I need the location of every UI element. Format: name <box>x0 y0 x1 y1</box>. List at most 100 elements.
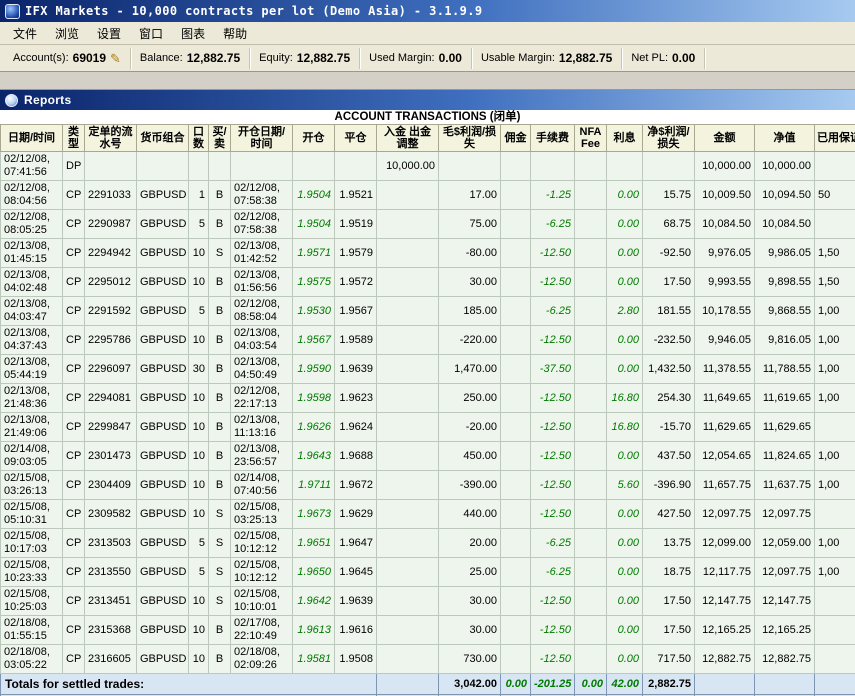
menu-item[interactable]: 图表 <box>172 23 214 44</box>
reports-icon <box>5 94 18 107</box>
cell-deposit <box>377 355 439 384</box>
cell-equity: 11,788.55 <box>755 355 815 384</box>
cell-open-price: 1.9504 <box>293 181 335 210</box>
table-row[interactable]: 02/18/08, 01:55:15 CP 2315368 GBPUSD 10 … <box>1 616 855 645</box>
column-header[interactable]: 类型 <box>63 125 85 152</box>
cell-side: S <box>209 558 231 587</box>
menu-item[interactable]: 文件 <box>4 23 46 44</box>
table-row[interactable]: 02/13/08, 04:37:43 CP 2295786 GBPUSD 10 … <box>1 326 855 355</box>
table-row[interactable]: 02/13/08, 04:03:47 CP 2291592 GBPUSD 5 B… <box>1 297 855 326</box>
account-label: Account(s): <box>13 52 69 64</box>
column-header[interactable]: 日期/时间 <box>1 125 63 152</box>
cell-type: CP <box>63 558 85 587</box>
cell-commission <box>501 442 531 471</box>
cell-date: 02/13/08, 01:45:15 <box>1 239 63 268</box>
cell-open-price: 1.9590 <box>293 355 335 384</box>
cell-commission <box>501 297 531 326</box>
cell-gross-pl: 440.00 <box>439 500 501 529</box>
menu-item[interactable]: 设置 <box>88 23 130 44</box>
menu-item[interactable]: 帮助 <box>214 23 256 44</box>
column-header[interactable]: 买/卖 <box>209 125 231 152</box>
column-header[interactable]: 净值 <box>755 125 815 152</box>
table-row[interactable]: 02/12/08, 08:05:25 CP 2290987 GBPUSD 5 B… <box>1 210 855 239</box>
equity-label: Equity: <box>259 52 293 64</box>
menu-item[interactable]: 窗口 <box>130 23 172 44</box>
cell-gross-pl: 250.00 <box>439 384 501 413</box>
reports-title-bar[interactable]: Reports <box>0 90 855 110</box>
table-row[interactable]: 02/18/08, 03:05:22 CP 2316605 GBPUSD 10 … <box>1 645 855 674</box>
column-header[interactable]: NFA Fee <box>575 125 607 152</box>
usable-margin-value: 12,882.75 <box>559 51 612 65</box>
cell-fee: -12.50 <box>531 442 575 471</box>
cell-open-time: 02/14/08, 07:40:56 <box>231 471 293 500</box>
cell-interest: 0.00 <box>607 210 643 239</box>
account-selector[interactable]: Account(s): 69019 ✎ <box>4 48 131 69</box>
table-row[interactable]: 02/12/08, 07:41:56 DP 10,000.00 <box>1 152 855 181</box>
cell-amount: 10,084.50 <box>695 210 755 239</box>
column-header[interactable]: 手续费 <box>531 125 575 152</box>
cell-used-margin <box>815 500 855 529</box>
cell-nfa-fee <box>575 587 607 616</box>
cell-used-margin: 1,50 <box>815 268 855 297</box>
column-header[interactable]: 佣金 <box>501 125 531 152</box>
table-row[interactable]: 02/15/08, 03:26:13 CP 2304409 GBPUSD 10 … <box>1 471 855 500</box>
equity-field: Equity: 12,882.75 <box>250 48 360 69</box>
cell-side: B <box>209 384 231 413</box>
column-header[interactable]: 净$利润/损失 <box>643 125 695 152</box>
column-header[interactable]: 已用保证金 <box>815 125 855 152</box>
cell-open-time: 02/12/08, 22:17:13 <box>231 384 293 413</box>
table-row[interactable]: 02/15/08, 10:23:33 CP 2313550 GBPUSD 5 S… <box>1 558 855 587</box>
table-row[interactable]: 02/12/08, 08:04:56 CP 2291033 GBPUSD 1 B… <box>1 181 855 210</box>
cell-commission <box>501 152 531 181</box>
cell-open-time: 02/12/08, 07:58:38 <box>231 181 293 210</box>
table-row[interactable]: 02/15/08, 05:10:31 CP 2309582 GBPUSD 10 … <box>1 500 855 529</box>
edit-pencil-icon[interactable]: ✎ <box>110 52 121 65</box>
table-row[interactable]: 02/13/08, 05:44:19 CP 2296097 GBPUSD 30 … <box>1 355 855 384</box>
column-header[interactable]: 定单的流水号 <box>85 125 137 152</box>
cell-interest: 16.80 <box>607 384 643 413</box>
cell-close-price: 1.9639 <box>335 587 377 616</box>
cell-order: 2295012 <box>85 268 137 297</box>
table-row[interactable]: 02/15/08, 10:17:03 CP 2313503 GBPUSD 5 S… <box>1 529 855 558</box>
cell-nfa-fee <box>575 529 607 558</box>
table-row[interactable]: 02/13/08, 01:45:15 CP 2294942 GBPUSD 10 … <box>1 239 855 268</box>
cell-open-time: 02/18/08, 02:09:26 <box>231 645 293 674</box>
cell-gross-pl: 25.00 <box>439 558 501 587</box>
cell-type: CP <box>63 587 85 616</box>
column-header[interactable]: 货币组合 <box>137 125 189 152</box>
column-header[interactable]: 毛$利润/损失 <box>439 125 501 152</box>
column-header[interactable]: 金额 <box>695 125 755 152</box>
column-header[interactable]: 开仓 <box>293 125 335 152</box>
cell-used-margin: 1,00 <box>815 326 855 355</box>
column-header[interactable]: 利息 <box>607 125 643 152</box>
cell-gross-pl: 75.00 <box>439 210 501 239</box>
column-header[interactable]: 入金 出金 调整 <box>377 125 439 152</box>
cell-commission <box>501 471 531 500</box>
cell-open-time: 02/15/08, 10:12:12 <box>231 529 293 558</box>
column-header[interactable]: 平仓 <box>335 125 377 152</box>
cell-equity: 9,898.55 <box>755 268 815 297</box>
cell-order: 2299847 <box>85 413 137 442</box>
table-row[interactable]: 02/13/08, 21:48:36 CP 2294081 GBPUSD 10 … <box>1 384 855 413</box>
cell-order: 2294081 <box>85 384 137 413</box>
cell-open-time: 02/17/08, 22:10:49 <box>231 616 293 645</box>
cell-lots: 5 <box>189 558 209 587</box>
cell-lots: 10 <box>189 442 209 471</box>
cell-net-pl: -15.70 <box>643 413 695 442</box>
cell-close-price: 1.9624 <box>335 413 377 442</box>
column-header[interactable]: 口数 <box>189 125 209 152</box>
cell-gross-pl: 730.00 <box>439 645 501 674</box>
title-bar[interactable]: IFX Markets - 10,000 contracts per lot (… <box>0 0 855 22</box>
cell-lots: 10 <box>189 413 209 442</box>
cell-order: 2296097 <box>85 355 137 384</box>
table-row[interactable]: 02/15/08, 10:25:03 CP 2313451 GBPUSD 10 … <box>1 587 855 616</box>
cell-pair: GBPUSD <box>137 529 189 558</box>
column-header[interactable]: 开仓日期/时间 <box>231 125 293 152</box>
cell-nfa-fee <box>575 326 607 355</box>
net-pl-value: 0.00 <box>672 51 695 65</box>
menu-item[interactable]: 浏览 <box>46 23 88 44</box>
table-row[interactable]: 02/14/08, 09:03:05 CP 2301473 GBPUSD 10 … <box>1 442 855 471</box>
table-row[interactable]: 02/13/08, 04:02:48 CP 2295012 GBPUSD 10 … <box>1 268 855 297</box>
cell-side: B <box>209 210 231 239</box>
table-row[interactable]: 02/13/08, 21:49:06 CP 2299847 GBPUSD 10 … <box>1 413 855 442</box>
